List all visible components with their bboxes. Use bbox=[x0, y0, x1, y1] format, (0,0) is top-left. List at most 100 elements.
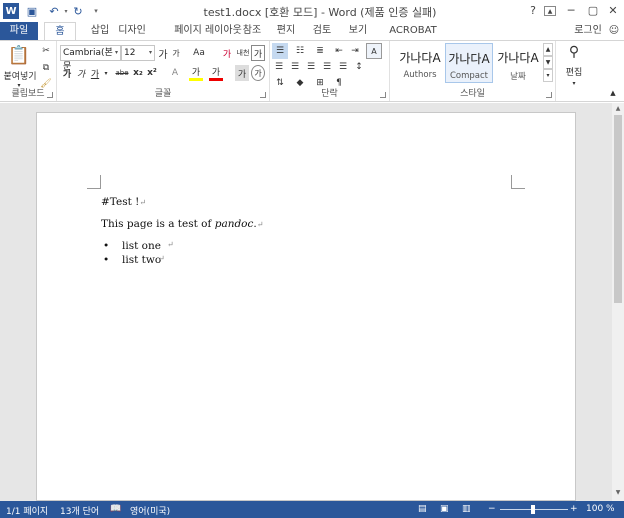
scroll-down-icon[interactable]: ▼ bbox=[614, 489, 622, 497]
scroll-thumb[interactable] bbox=[614, 115, 622, 303]
zoom-level[interactable]: 100 % bbox=[586, 504, 615, 514]
tab-view[interactable]: 보기 bbox=[342, 22, 374, 40]
superscript-button[interactable]: x² bbox=[146, 65, 158, 81]
clear-formatting-button[interactable]: 가 bbox=[220, 45, 234, 61]
find-binoculars-icon[interactable]: ⚲ bbox=[562, 43, 586, 61]
style-compact[interactable]: 가나다A Compact bbox=[445, 43, 493, 83]
word-count[interactable]: 13개 단어 bbox=[60, 504, 99, 517]
style-date-name: 날짜 bbox=[510, 72, 526, 82]
style-authors[interactable]: 가나다A Authors bbox=[396, 43, 444, 83]
list-item: • list two ↵ bbox=[101, 254, 521, 268]
read-mode-icon[interactable]: ▤ bbox=[418, 504, 427, 514]
font-group: Cambria(본문 ▾ 12 ▾ 가 가 Aa 가 내천 가 가 가 가 ▾ ab… bbox=[57, 41, 270, 101]
font-size-dropdown-icon[interactable]: ▾ bbox=[149, 46, 152, 60]
editing-dropdown-icon[interactable]: ▾ bbox=[569, 75, 579, 91]
character-shading-button[interactable]: 가 bbox=[235, 65, 249, 81]
italic-button[interactable]: 가 bbox=[75, 65, 87, 81]
margin-corner-top-right bbox=[511, 175, 525, 189]
copy-icon[interactable]: ⧉ bbox=[39, 60, 53, 76]
subscript-button[interactable]: x₂ bbox=[132, 65, 144, 81]
paragraph-launcher-icon[interactable] bbox=[380, 92, 386, 98]
grow-font-button[interactable]: 가 bbox=[156, 45, 170, 61]
tab-mailings[interactable]: 편지 bbox=[270, 22, 302, 40]
styles-more-icon[interactable]: ▾ bbox=[543, 69, 553, 82]
tab-design[interactable]: 디자인 bbox=[114, 22, 150, 40]
decrease-indent-button[interactable]: ⇤ bbox=[332, 43, 346, 59]
collapse-ribbon-icon[interactable]: ▲ bbox=[606, 85, 620, 101]
justify-button[interactable]: ☰ bbox=[320, 59, 334, 75]
font-name-combo[interactable]: Cambria(본문 ▾ bbox=[60, 45, 121, 72]
help-button[interactable]: ? bbox=[524, 2, 542, 19]
phonetic-guide-button[interactable]: 내천 bbox=[235, 45, 251, 61]
sign-in-link[interactable]: 로그인 bbox=[570, 22, 606, 40]
align-left-button[interactable]: ☰ bbox=[272, 59, 286, 75]
tab-home[interactable]: 홈 bbox=[44, 22, 76, 41]
ribbon-display-icon[interactable]: ▲ bbox=[544, 6, 556, 16]
clipboard-launcher-icon[interactable] bbox=[47, 92, 53, 98]
zoom-out-icon[interactable]: − bbox=[488, 504, 496, 514]
underline-dropdown-icon[interactable]: ▾ bbox=[102, 65, 110, 81]
tab-file[interactable]: 파일 bbox=[0, 22, 38, 40]
word-logo-icon[interactable]: W bbox=[3, 3, 19, 19]
multilevel-list-button[interactable]: ≣ bbox=[312, 43, 328, 59]
language-status[interactable]: 영어(미국) bbox=[130, 504, 170, 517]
style-compact-name: Compact bbox=[449, 71, 489, 81]
font-size-combo[interactable]: 12 ▾ bbox=[121, 45, 155, 61]
maximize-button[interactable]: ▢ bbox=[584, 2, 602, 19]
bullet-icon: • bbox=[103, 240, 110, 252]
page-count[interactable]: 1/1 페이지 bbox=[6, 504, 48, 517]
highlight-button[interactable]: 가 bbox=[189, 65, 203, 81]
font-color-button[interactable]: 가 bbox=[209, 65, 223, 81]
styles-scroll-down-icon[interactable]: ▼ bbox=[543, 56, 553, 69]
save-icon[interactable]: ▣ bbox=[24, 3, 40, 19]
shrink-font-button[interactable]: 가 bbox=[170, 45, 182, 61]
distributed-button[interactable]: ☰ bbox=[336, 59, 350, 75]
tab-acrobat[interactable]: ACROBAT bbox=[383, 22, 443, 40]
styles-scroll-up-icon[interactable]: ▲ bbox=[543, 43, 553, 56]
bullets-button[interactable]: ☰ bbox=[272, 43, 288, 59]
ribbon: 📋 붙여넣기 ▾ ✂ ⧉ 🖌 클립보드 Cambria(본문 ▾ 12 ▾ 가 가 … bbox=[0, 40, 624, 102]
cut-icon[interactable]: ✂ bbox=[39, 43, 53, 59]
vertical-scrollbar[interactable]: ▲ ▼ bbox=[612, 103, 624, 501]
zoom-slider-thumb[interactable] bbox=[531, 505, 535, 514]
asian-layout-button[interactable]: A bbox=[366, 43, 382, 59]
proofing-icon[interactable]: 📖 bbox=[110, 504, 121, 514]
change-case-button[interactable]: Aa bbox=[189, 45, 209, 61]
list-item: • list one ↵ bbox=[101, 240, 521, 254]
paragraph-mark: ↵ bbox=[167, 240, 174, 249]
minimize-button[interactable]: ─ bbox=[562, 2, 580, 19]
zoom-in-icon[interactable]: + bbox=[570, 504, 578, 514]
paragraph-group: ☰ ☷ ≣ ⇤ ⇥ A ☰ ☰ ☰ ☰ ☰ ↕ ⇅ ◆ ⊞ ¶ 단락 bbox=[270, 41, 390, 101]
paste-icon[interactable]: 📋 bbox=[6, 43, 32, 67]
document-page[interactable] bbox=[36, 112, 576, 501]
strikethrough-button[interactable]: abe bbox=[113, 65, 131, 81]
customize-toolbar-icon[interactable]: ▾ bbox=[88, 3, 104, 19]
ribbon-tabs: 파일 홈 삽입 디자인 페이지 레이아웃 참조 편지 검토 보기 ACROBAT… bbox=[0, 22, 624, 41]
align-right-button[interactable]: ☰ bbox=[304, 59, 318, 75]
numbering-button[interactable]: ☷ bbox=[292, 43, 308, 59]
increase-indent-button[interactable]: ⇥ bbox=[348, 43, 362, 59]
smiley-icon[interactable]: ☺ bbox=[606, 22, 622, 40]
bullet-icon: • bbox=[103, 254, 110, 266]
print-layout-icon[interactable]: ▣ bbox=[440, 504, 449, 514]
enclose-characters-button[interactable]: 가 bbox=[251, 65, 265, 81]
underline-button[interactable]: 가 bbox=[89, 65, 101, 81]
web-layout-icon[interactable]: ▥ bbox=[462, 504, 471, 514]
bold-button[interactable]: 가 bbox=[61, 65, 73, 81]
character-border-button[interactable]: 가 bbox=[251, 45, 265, 61]
redo-icon[interactable]: ↻ bbox=[70, 3, 86, 19]
tab-references[interactable]: 참조 bbox=[236, 22, 268, 40]
list-item-text: list one bbox=[122, 240, 161, 252]
close-button[interactable]: ✕ bbox=[604, 2, 622, 19]
font-launcher-icon[interactable] bbox=[260, 92, 266, 98]
font-name-dropdown-icon[interactable]: ▾ bbox=[115, 46, 118, 60]
style-date[interactable]: 가나다A 날짜 bbox=[494, 43, 542, 83]
styles-launcher-icon[interactable] bbox=[546, 92, 552, 98]
text-effects-icon[interactable]: A bbox=[168, 65, 182, 81]
line-spacing-button[interactable]: ↕ bbox=[352, 59, 366, 75]
document-body[interactable]: #Test !↵ This page is a test of pandoc.↵… bbox=[101, 196, 521, 268]
tab-review[interactable]: 검토 bbox=[306, 22, 338, 40]
align-center-button[interactable]: ☰ bbox=[288, 59, 302, 75]
scroll-up-icon[interactable]: ▲ bbox=[614, 105, 622, 113]
title-bar: W ▣ ↶ ▾ ↻ ▾ test1.docx [호환 모드] - Word (제… bbox=[0, 0, 624, 22]
